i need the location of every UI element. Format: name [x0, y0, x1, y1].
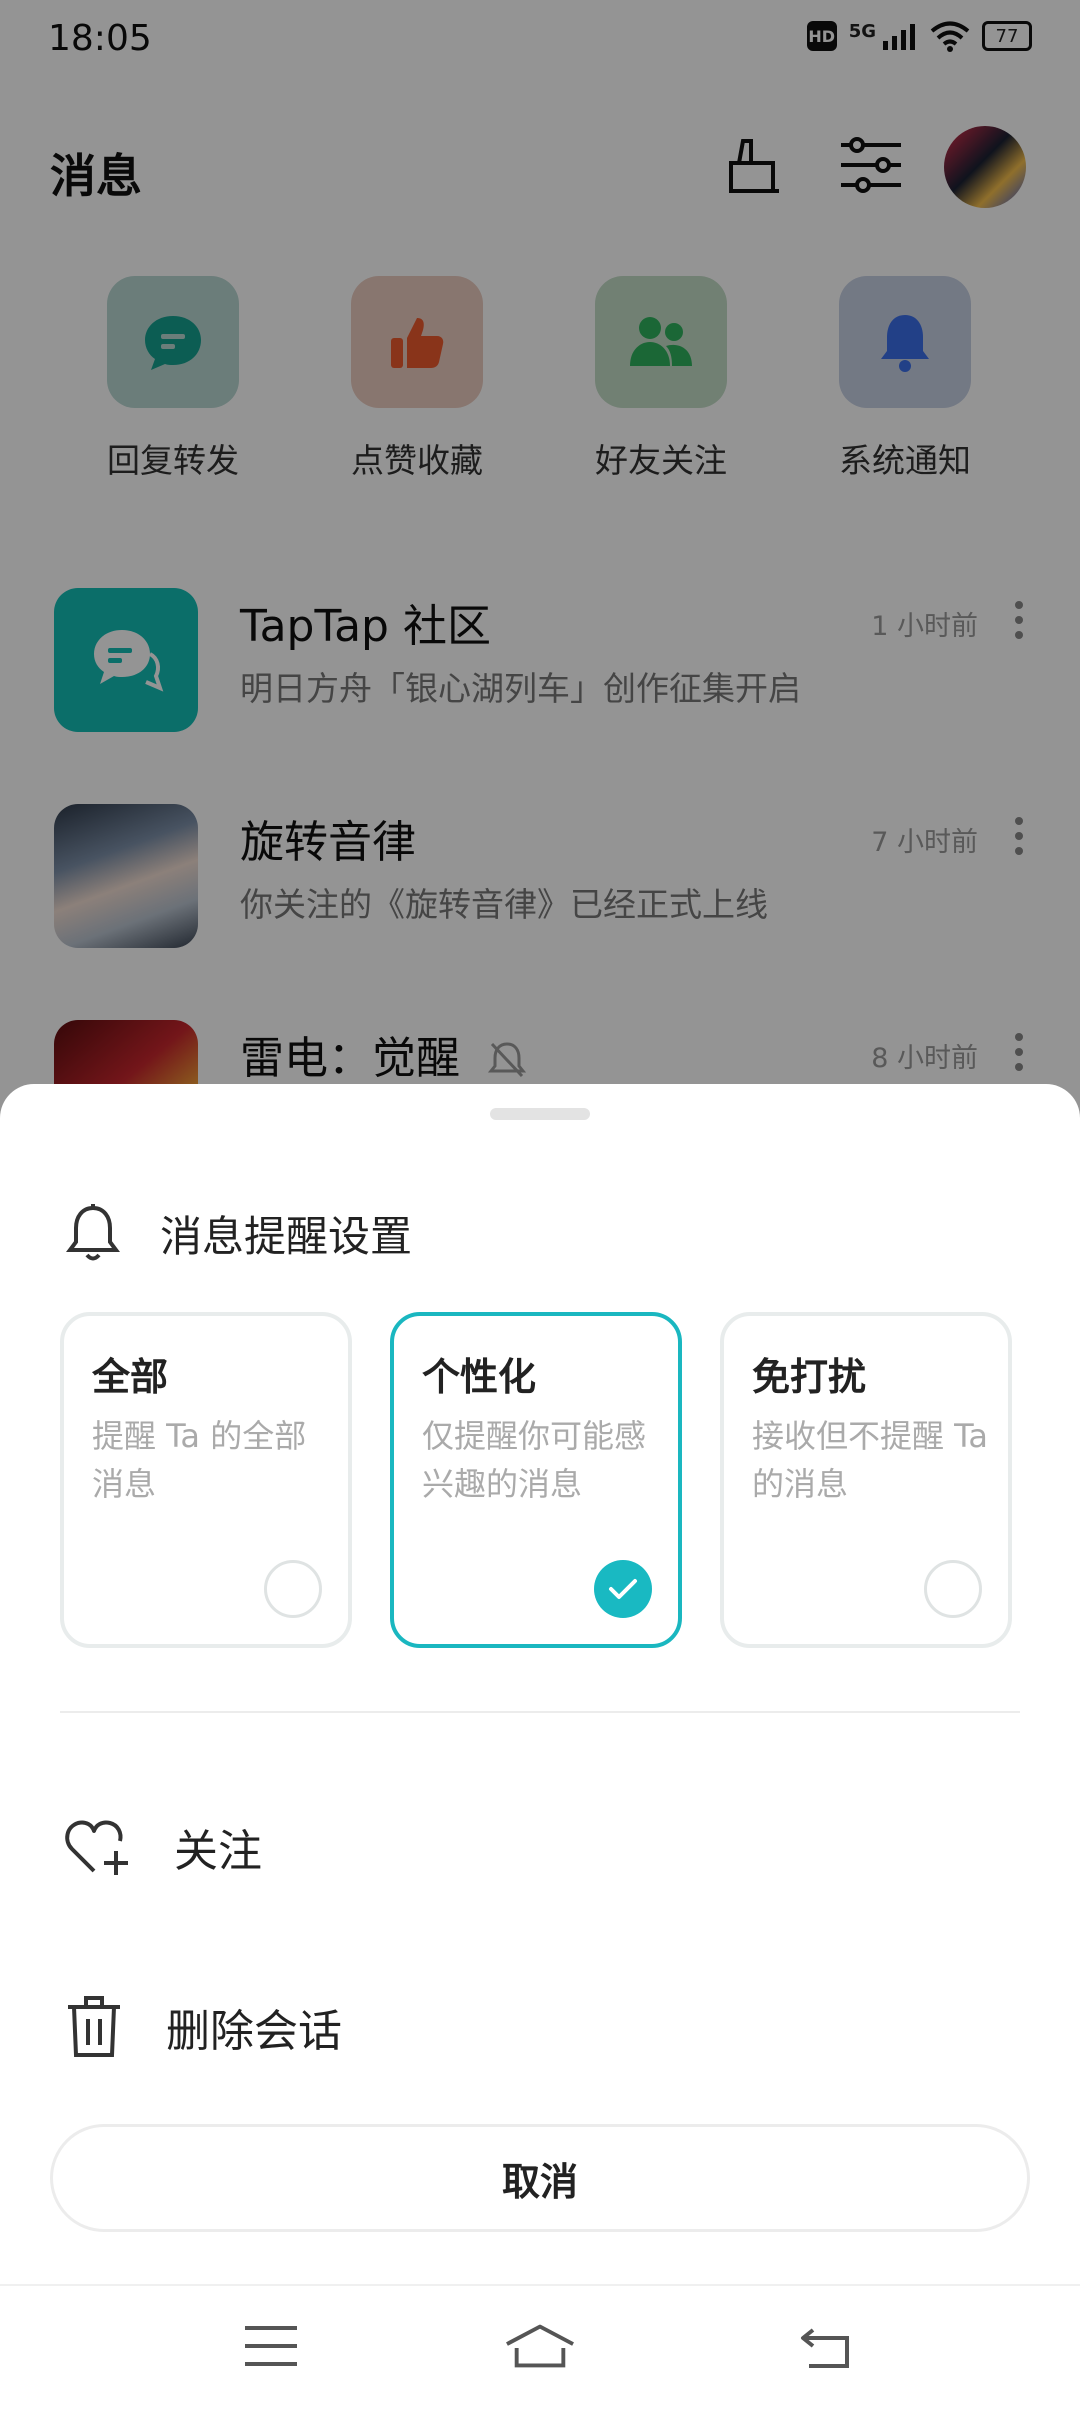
option-description: 接收但不提醒 Ta 的消息 [752, 1417, 989, 1503]
trash-icon [68, 1996, 120, 2057]
follow-action[interactable]: 关注 [64, 1802, 964, 1892]
option-description: 提醒 Ta 的全部消息 [92, 1417, 307, 1503]
option-title: 个性化 [422, 1355, 537, 1399]
home-icon[interactable] [505, 2316, 575, 2376]
option-do-not-disturb[interactable]: 免打扰 接收但不提醒 Ta 的消息 [720, 1312, 1012, 1648]
notification-settings-sheet: 消息提醒设置 全部 提醒 Ta 的全部消息 个性化 仅提醒你可能感兴趣的消息 免… [0, 1084, 1080, 2408]
bell-icon [66, 1204, 120, 1261]
option-personalized[interactable]: 个性化 仅提醒你可能感兴趣的消息 [390, 1312, 682, 1648]
cancel-button[interactable]: 取消 [50, 2124, 1030, 2232]
delete-conversation-action[interactable]: 删除会话 [64, 1982, 964, 2072]
heart-plus-icon [65, 1820, 128, 1875]
back-icon[interactable] [792, 2316, 862, 2376]
menu-icon[interactable] [236, 2316, 306, 2376]
divider [60, 1711, 1020, 1713]
option-description: 仅提醒你可能感兴趣的消息 [422, 1417, 647, 1503]
option-title: 全部 [92, 1355, 169, 1399]
system-nav-bar [0, 2284, 1080, 2410]
radio-unchecked-icon[interactable] [264, 1560, 322, 1618]
sheet-title: 消息提醒设置 [160, 1211, 413, 1261]
delete-label: 删除会话 [166, 2006, 342, 2057]
sheet-header: 消息提醒设置 [66, 1202, 412, 1264]
radio-checked-icon[interactable] [594, 1560, 652, 1618]
follow-label: 关注 [174, 1826, 262, 1877]
radio-unchecked-icon[interactable] [924, 1560, 982, 1618]
sheet-grabber[interactable] [490, 1108, 590, 1120]
option-title: 免打扰 [752, 1355, 867, 1399]
option-all[interactable]: 全部 提醒 Ta 的全部消息 [60, 1312, 352, 1648]
